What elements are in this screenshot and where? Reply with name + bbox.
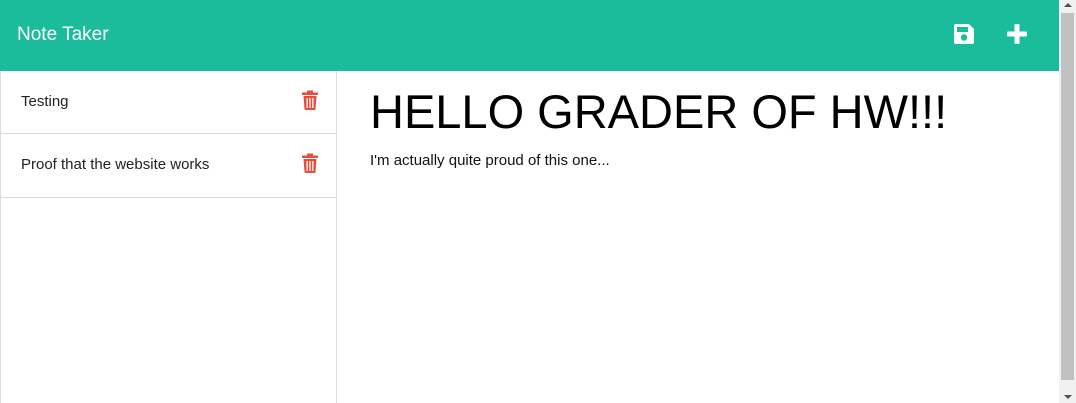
page-scrollbar[interactable] [1059,0,1076,403]
note-list-item[interactable]: Testing [1,71,336,134]
delete-note-icon[interactable] [301,90,319,110]
note-taker-page: Note Taker Testing Proof that the websit… [0,0,1076,403]
delete-note-icon[interactable] [301,153,319,173]
scroll-down-arrow-icon[interactable] [1064,395,1072,399]
new-note-icon[interactable] [1004,21,1030,47]
note-text-field[interactable]: I'm actually quite proud of this one... [370,151,610,171]
note-editor: HELLO GRADER OF HW!!! I'm actually quite… [337,71,1059,403]
save-note-icon[interactable] [951,21,977,47]
note-title-field[interactable]: HELLO GRADER OF HW!!! [370,84,947,140]
plus-icon [1007,24,1027,44]
note-list-item-title: Testing [21,93,69,110]
scroll-up-arrow-icon[interactable] [1064,3,1072,7]
trash-icon [302,153,318,173]
app-brand[interactable]: Note Taker [17,23,109,47]
floppy-disk-icon [954,24,974,44]
note-list-item[interactable]: Proof that the website works [1,134,336,198]
trash-icon [302,90,318,110]
scrollbar-thumb[interactable] [1061,13,1074,380]
top-navbar: Note Taker [0,0,1059,71]
note-list-item-title: Proof that the website works [21,156,210,173]
note-list: Testing Proof that the website works [0,71,337,403]
